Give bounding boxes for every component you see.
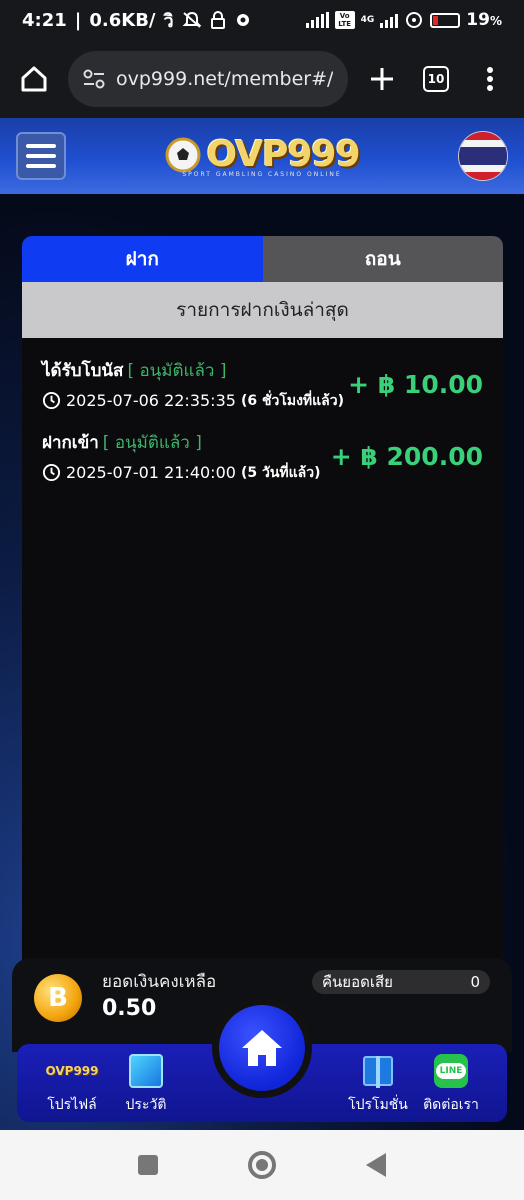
more-vertical-icon bbox=[487, 67, 493, 91]
section-title: รายการฝากเงินล่าสุด bbox=[22, 282, 503, 338]
transaction-title: ได้รับโบนัส bbox=[42, 360, 124, 381]
line-icon-text: LINE bbox=[435, 1063, 467, 1079]
transaction-amount: + ฿ 200.00 bbox=[330, 441, 483, 471]
tab-count: 10 bbox=[423, 66, 449, 92]
logo-subtitle: SPORT GAMBLING CASINO ONLINE bbox=[182, 171, 342, 178]
mute-notification-icon bbox=[182, 11, 202, 28]
nav-promotion[interactable]: โปรโมชั่น bbox=[340, 1054, 416, 1116]
nav-profile-label: โปรไฟล์ bbox=[47, 1097, 97, 1113]
balance-value: 0.50 bbox=[102, 996, 157, 1021]
cashback-label: คืนยอดเสีย bbox=[322, 973, 393, 991]
url-text: ovp999.net/member#/ bbox=[116, 68, 334, 90]
transaction-datetime: 2025-07-06 22:35:35 bbox=[66, 391, 236, 410]
volte-badge: Vo LTE bbox=[334, 11, 355, 29]
balance-label: ยอดเงินคงเหลือ bbox=[102, 972, 217, 992]
browser-menu-button[interactable] bbox=[470, 59, 510, 99]
transaction-row: ฝากเข้า[ อนุมัติแล้ว ] 2025-07-01 21:40:… bbox=[22, 420, 503, 492]
nav-contact-label: ติดต่อเรา bbox=[423, 1097, 479, 1113]
transaction-list: ได้รับโบนัส[ อนุมัติแล้ว ] 2025-07-06 22… bbox=[22, 338, 503, 492]
transaction-ago: (6 ชั่วโมงที่แล้ว) bbox=[240, 392, 344, 409]
recent-apps-icon[interactable] bbox=[138, 1155, 158, 1175]
tab-switcher-button[interactable]: 10 bbox=[416, 59, 456, 99]
home-outline-icon bbox=[21, 66, 47, 92]
plus-icon bbox=[371, 68, 393, 90]
android-navigation-bar bbox=[0, 1130, 524, 1200]
battery-unit: % bbox=[489, 14, 502, 28]
network-speed: 0.6KB/ bbox=[89, 9, 156, 31]
settings-icon bbox=[236, 14, 249, 26]
nav-contact[interactable]: LINE ติดต่อเรา bbox=[413, 1054, 489, 1116]
signal-icon bbox=[305, 12, 329, 28]
back-icon[interactable] bbox=[366, 1153, 386, 1177]
nav-history[interactable]: ประวัติ bbox=[108, 1054, 184, 1116]
tab-deposit[interactable]: ฝาก bbox=[22, 236, 263, 282]
hotspot-icon bbox=[406, 12, 423, 28]
site-logo[interactable]: OVP999 SPORT GAMBLING CASINO ONLINE bbox=[66, 134, 458, 178]
status-time: 4:21 bbox=[22, 9, 67, 31]
new-tab-button[interactable] bbox=[362, 59, 402, 99]
nav-history-label: ประวัติ bbox=[125, 1097, 167, 1113]
status-extra: วิ bbox=[163, 10, 174, 32]
home-button[interactable] bbox=[212, 998, 312, 1098]
transaction-datetime: 2025-07-01 21:40:00 bbox=[66, 463, 236, 482]
soccer-ball-icon bbox=[165, 137, 201, 172]
logo-text: OVP999 bbox=[206, 134, 360, 175]
gift-icon bbox=[363, 1056, 393, 1088]
android-home-icon[interactable] bbox=[248, 1151, 276, 1179]
browser-toolbar: ovp999.net/member#/ 10 bbox=[0, 40, 524, 118]
deposit-withdraw-tabs: ฝาก ถอน bbox=[22, 236, 503, 282]
line-app-icon: LINE bbox=[434, 1054, 468, 1088]
transaction-status: [ อนุมัติแล้ว ] bbox=[102, 432, 202, 453]
nav-profile[interactable]: OVP999 โปรไฟล์ bbox=[34, 1054, 110, 1116]
site-settings-icon[interactable] bbox=[82, 68, 106, 90]
tab-withdraw[interactable]: ถอน bbox=[262, 236, 503, 282]
hamburger-menu-button[interactable] bbox=[16, 132, 66, 180]
transaction-row: ได้รับโบนัส[ อนุมัติแล้ว ] 2025-07-06 22… bbox=[22, 348, 503, 420]
battery-icon bbox=[430, 12, 461, 28]
battery-level: 19 bbox=[466, 10, 490, 30]
signal-2-icon bbox=[380, 12, 399, 28]
lock-icon bbox=[210, 11, 225, 29]
thai-flag-language-button[interactable] bbox=[458, 131, 508, 181]
history-icon bbox=[129, 1054, 163, 1088]
transaction-ago: (5 วันที่แล้ว) bbox=[240, 464, 321, 481]
network-type: 4G bbox=[360, 15, 375, 25]
clock-icon bbox=[42, 463, 61, 482]
browser-home-button[interactable] bbox=[14, 59, 54, 99]
transaction-card: ฝาก ถอน รายการฝากเงินล่าสุด ได้รับโบนัส[… bbox=[22, 236, 503, 976]
address-bar[interactable]: ovp999.net/member#/ bbox=[68, 51, 348, 107]
site-header: OVP999 SPORT GAMBLING CASINO ONLINE bbox=[0, 118, 524, 194]
clock-icon bbox=[42, 391, 61, 410]
cashback-value: 0 bbox=[470, 973, 480, 991]
bitcoin-coin-icon: B bbox=[34, 974, 82, 1022]
transaction-title: ฝากเข้า bbox=[42, 432, 99, 453]
profile-logo-icon: OVP999 bbox=[45, 1064, 99, 1078]
nav-promotion-label: โปรโมชั่น bbox=[348, 1097, 408, 1113]
transaction-amount: + ฿ 10.00 bbox=[348, 369, 483, 399]
home-icon bbox=[242, 1030, 282, 1066]
transaction-status: [ อนุมัติแล้ว ] bbox=[127, 360, 227, 381]
cashback-pill[interactable]: คืนยอดเสีย 0 bbox=[312, 970, 490, 994]
status-bar: 4:21 | 0.6KB/ วิ Vo LTE 4G 19% bbox=[0, 0, 524, 40]
